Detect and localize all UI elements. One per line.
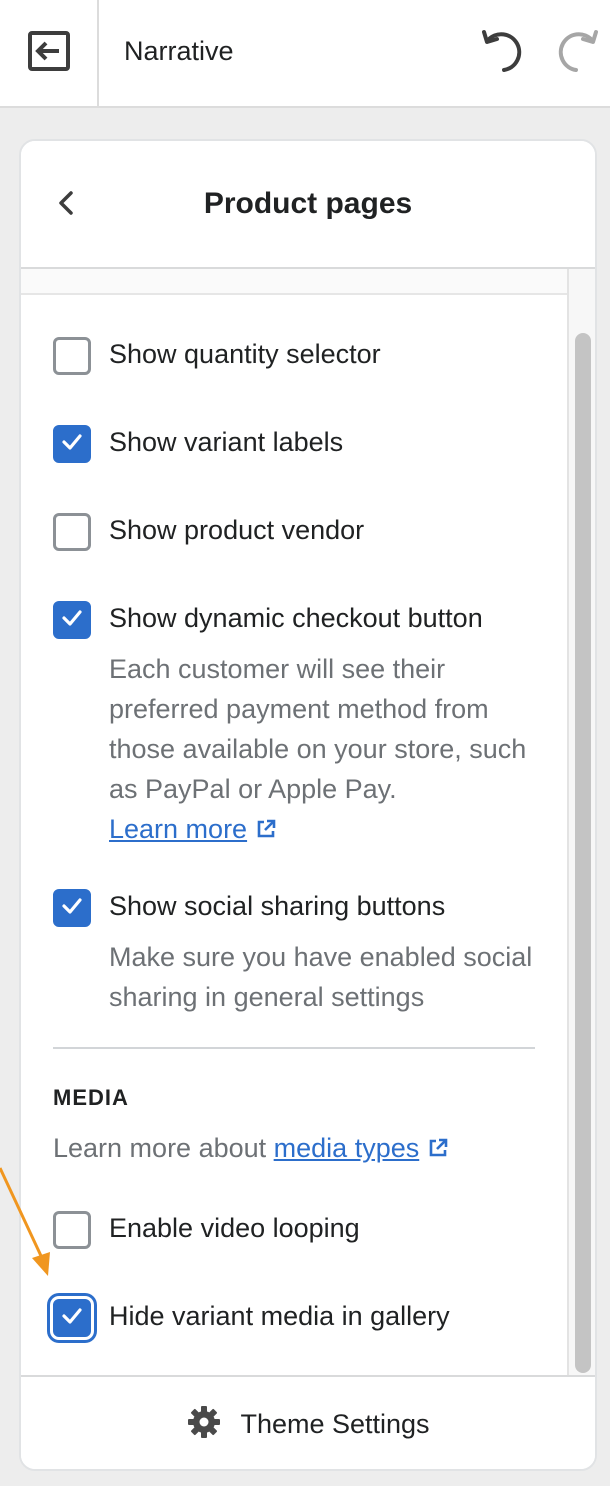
undo-button[interactable] bbox=[478, 26, 530, 78]
checkbox-checked[interactable] bbox=[53, 425, 91, 463]
option-label: Show social sharing buttons bbox=[109, 891, 446, 921]
exit-button[interactable] bbox=[0, 0, 99, 106]
top-bar: Narrative bbox=[0, 0, 610, 108]
external-link-icon[interactable] bbox=[427, 1135, 449, 1166]
settings-panel: Product pages Show quantity selector Sho… bbox=[19, 139, 597, 1471]
media-help-text: Learn more about media types bbox=[53, 1133, 449, 1166]
checkbox-checked-focused[interactable] bbox=[53, 1299, 91, 1337]
checkbox-checked[interactable] bbox=[53, 601, 91, 639]
gear-icon bbox=[186, 1404, 222, 1445]
option-help-text: Make sure you have enabled social sharin… bbox=[109, 942, 533, 1012]
option-help-text: Each customer will see their preferred p… bbox=[109, 649, 549, 851]
option-label: Show dynamic checkout button bbox=[109, 603, 483, 633]
external-link-icon[interactable] bbox=[255, 811, 277, 851]
redo-icon bbox=[550, 30, 602, 82]
checkmark-icon bbox=[60, 1304, 84, 1333]
panel-title: Product pages bbox=[203, 187, 413, 220]
checkbox-unchecked[interactable] bbox=[53, 337, 91, 375]
checkbox-unchecked[interactable] bbox=[53, 513, 91, 551]
undo-icon bbox=[478, 30, 530, 82]
help-text: Each customer will see their preferred p… bbox=[109, 654, 527, 804]
learn-more-link[interactable]: Learn more bbox=[109, 814, 247, 844]
panel-header: Product pages bbox=[21, 141, 595, 269]
option-label: Enable video looping bbox=[109, 1213, 360, 1243]
checkbox-checked[interactable] bbox=[53, 889, 91, 927]
media-section-heading: MEDIA bbox=[53, 1085, 129, 1110]
checkmark-icon bbox=[60, 606, 84, 635]
option-label: Show variant labels bbox=[109, 427, 344, 457]
scrollbar-thumb[interactable] bbox=[575, 333, 591, 1373]
theme-settings-button[interactable]: Theme Settings bbox=[186, 1404, 430, 1445]
checkmark-icon bbox=[60, 894, 84, 923]
checkmark-icon bbox=[60, 430, 84, 459]
store-title: Narrative bbox=[124, 36, 234, 66]
section-divider bbox=[53, 1047, 535, 1049]
media-types-link[interactable]: media types bbox=[274, 1133, 420, 1163]
option-label: Show quantity selector bbox=[109, 339, 381, 369]
scroll-top-gap bbox=[21, 269, 569, 295]
option-label: Hide variant media in gallery bbox=[109, 1301, 450, 1331]
option-label: Show product vendor bbox=[109, 515, 365, 545]
exit-icon bbox=[27, 30, 71, 77]
annotation-arrow-icon bbox=[0, 1167, 50, 1276]
theme-settings-label: Theme Settings bbox=[240, 1408, 430, 1439]
panel-footer: Theme Settings bbox=[21, 1375, 595, 1469]
redo-button[interactable] bbox=[550, 26, 602, 78]
